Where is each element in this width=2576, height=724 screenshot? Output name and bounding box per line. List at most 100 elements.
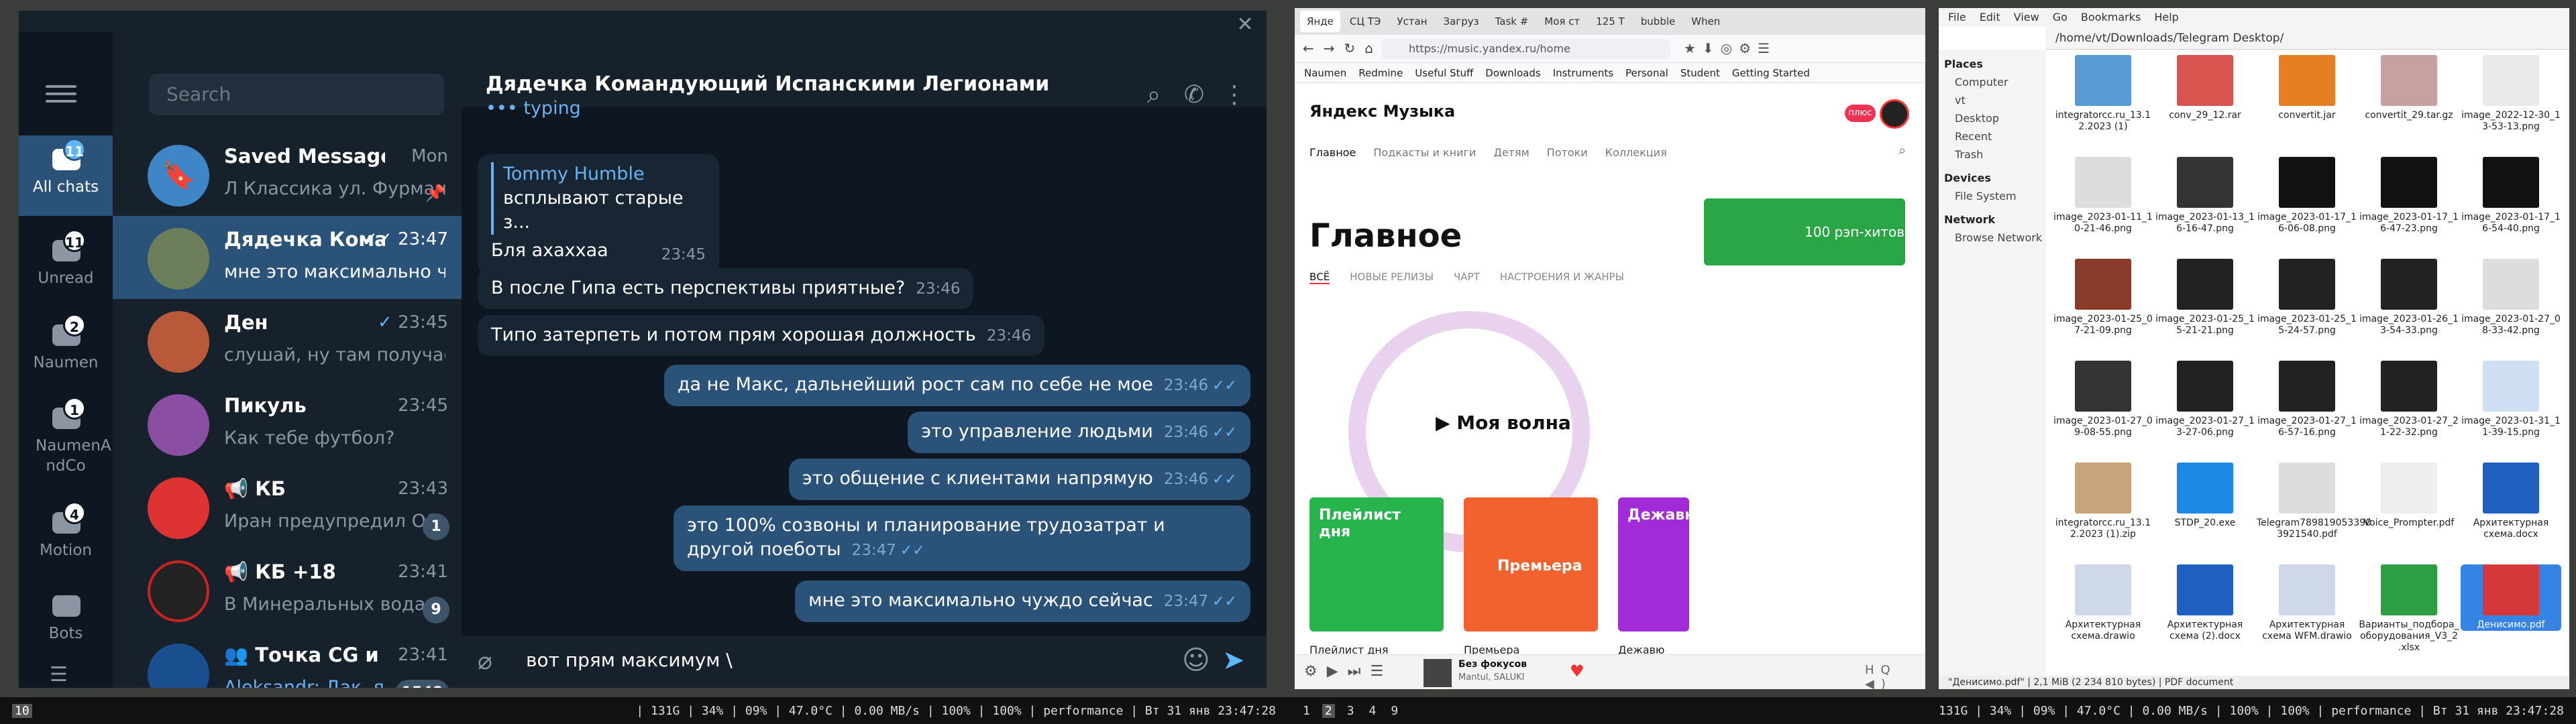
attach-icon[interactable]: ⌀ [478, 648, 492, 675]
file-item[interactable]: integratorcc.ru_13.1 2.2023 (1).zip [2053, 463, 2153, 540]
track-artist[interactable]: Mantul, SALUKI [1458, 672, 1525, 682]
search-icon[interactable]: ⌕ [1898, 142, 1906, 158]
conversation-title[interactable]: Дядечка Командующий Испанскими Легионами [486, 72, 1049, 96]
bookmark-item[interactable]: Getting Started [1732, 63, 1810, 82]
workspace-item[interactable]: 2 [1322, 703, 1335, 718]
chat-item[interactable]: 📢 КБ 23:43 Иран предупредил ОО... 1 [113, 465, 462, 548]
chat-item[interactable]: Ден ✓ 23:45 слушай, ну там получается... [113, 299, 462, 382]
reply-quote[interactable]: Tommy Humble всплывают старые з... [491, 162, 706, 235]
message-bubble[interactable]: В после Гипа есть перспективы приятные? 2… [478, 268, 974, 309]
file-item[interactable]: Telegram789819053390 3921540.pdf [2257, 463, 2371, 540]
menu-item[interactable]: View [2014, 8, 2039, 27]
chat-item[interactable]: Пикуль 23:45 Как тебе футбол? [113, 382, 462, 465]
track-title[interactable]: Без фокусов [1458, 659, 1527, 670]
path-bar[interactable]: /home/vt/Downloads/Telegram Desktop/ [2046, 27, 2569, 50]
place-item[interactable]: vt [1939, 91, 2046, 109]
menu-item[interactable]: Help [2154, 8, 2178, 27]
place-item[interactable]: Recent [1939, 127, 2046, 145]
tab[interactable]: Янде [1300, 11, 1340, 32]
file-item[interactable]: Денисимо.pdf [2461, 564, 2561, 631]
tab[interactable]: Устан [1390, 11, 1434, 32]
tab[interactable]: Загруз [1437, 11, 1486, 32]
file-item[interactable]: image_2023-01-25_1 5-21-21.png [2155, 259, 2255, 337]
send-icon[interactable]: ➤ [1222, 645, 1245, 676]
file-item[interactable]: Варианты_подбора_ оборудования_V3_2 .xls… [2359, 564, 2459, 654]
file-item[interactable]: image_2023-01-13_1 6-16-47.png [2155, 157, 2255, 235]
more-icon[interactable]: ⋮ [1220, 80, 1249, 110]
nav-buttons[interactable]: ←→↻⌂ [1303, 40, 1383, 56]
file-item[interactable]: STDP_20.exe [2155, 463, 2255, 529]
toolbar-icons[interactable]: ★⬇◎⚙☰ [1684, 40, 1776, 56]
playlist-card[interactable]: Премьера [1464, 497, 1598, 631]
file-item[interactable]: image_2023-01-25_1 5-24-57.png [2257, 259, 2357, 337]
message-bubble[interactable]: это управление людьми 23:46 ✓✓ [908, 412, 1250, 453]
menu-item[interactable]: Edit [1980, 8, 2000, 27]
file-item[interactable]: image_2023-01-31_1 1-39-15.png [2461, 361, 2561, 438]
message-input[interactable]: вот прям максимум \ [526, 649, 733, 671]
logo[interactable]: Яндекс Музыка [1309, 102, 1455, 121]
file-item[interactable]: Архитектурная схема (2).docx [2155, 564, 2255, 642]
chat-item[interactable]: 🔖 Saved Messages Mon Л Классика ул. Фурм… [113, 133, 462, 216]
phone-icon[interactable]: ✆ [1179, 80, 1209, 110]
file-item[interactable]: image_2023-01-17_1 6-54-40.png [2461, 157, 2561, 235]
folder-naumen[interactable]: 2 Naumen [19, 311, 113, 385]
file-item[interactable]: Архитектурная схема WFM.drawio [2257, 564, 2357, 642]
file-item[interactable]: image_2023-01-27_2 1-22-32.png [2359, 361, 2459, 438]
chat-item[interactable]: Дядечка Команд... ✓✓ 23:47 мне это макси… [113, 216, 462, 299]
file-item[interactable]: image_2023-01-25_0 7-21-09.png [2053, 259, 2153, 337]
message-bubble[interactable]: это общение с клиентами напрямую 23:46 ✓✓ [788, 459, 1250, 500]
file-item[interactable]: image_2023-01-27_1 6-57-16.png [2257, 361, 2357, 438]
folder-naumenandco[interactable]: 1 NaumenA ndCo [19, 394, 113, 488]
tab[interactable]: 125 Т [1589, 11, 1631, 32]
network-item[interactable]: Browse Network [1939, 229, 2046, 247]
place-item[interactable]: Desktop [1939, 109, 2046, 127]
chat-item[interactable]: 📢 КБ +18 23:41 В Минеральных водах ... 9 [113, 548, 462, 631]
promo-banner[interactable]: 100 рэп-хитов [1704, 198, 1905, 265]
file-item[interactable]: image_2023-01-27_0 9-08-55.png [2053, 361, 2153, 438]
bookmark-item[interactable]: Instruments [1553, 63, 1613, 82]
subtab[interactable]: НОВЫЕ РЕЛИЗЫ [1350, 271, 1434, 284]
folder-all-chats[interactable]: 11 All chats [19, 135, 113, 216]
file-item[interactable]: integratorcc.ru_13.1 2.2023 (1) [2053, 55, 2153, 133]
file-item[interactable]: image_2023-01-17_1 6-06-08.png [2257, 157, 2357, 235]
bookmark-item[interactable]: Redmine [1358, 63, 1403, 82]
menu-item[interactable]: File [1948, 8, 1966, 27]
message-bubble[interactable]: Tommy Humble всплывают старые з... Бля а… [478, 154, 719, 275]
avatar[interactable] [1880, 99, 1909, 129]
file-item[interactable]: image_2022-12-30_1 3-53-13.png [2461, 55, 2561, 133]
search-input[interactable]: Search [149, 74, 444, 115]
tab[interactable]: Моя ст [1538, 11, 1587, 32]
bookmark-item[interactable]: Personal [1625, 63, 1668, 82]
tab[interactable]: bubble [1634, 11, 1682, 32]
file-item[interactable]: convertit.jar [2257, 55, 2357, 121]
player-controls[interactable]: ⚙▶⏭☰ [1304, 663, 1393, 680]
subtab[interactable]: ЧАРТ [1454, 271, 1480, 284]
workspace-switcher[interactable]: 1 2 3 4 9 [1300, 703, 1401, 718]
chat-item[interactable]: 👥 Точка CG и точка 23:41 Aleksandr: Дак,… [113, 631, 462, 688]
message-bubble[interactable]: это 100% созвоны и планирование трудозат… [674, 505, 1250, 571]
bookmark-item[interactable]: Naumen [1304, 63, 1346, 82]
playlist-card[interactable]: Дежавю [1618, 497, 1699, 631]
emoji-icon[interactable]: ☺ [1182, 645, 1210, 676]
bookmark-item[interactable]: Downloads [1485, 63, 1540, 82]
workspace-item[interactable]: 4 [1366, 704, 1379, 718]
url-input[interactable]: https://music.yandex.ru/home [1382, 39, 1670, 59]
folder-motion[interactable]: 4 Motion [19, 499, 113, 572]
file-item[interactable]: image_2023-01-27_1 3-27-06.png [2155, 361, 2255, 438]
folder-bots[interactable]: Bots [19, 582, 113, 656]
settings-sliders-icon[interactable]: ☰ [50, 665, 80, 685]
message-bubble[interactable]: да не Макс, дальнейший рост сам по себе … [663, 365, 1250, 406]
file-item[interactable]: image_2023-01-26_1 3-54-33.png [2359, 259, 2459, 337]
place-item[interactable]: Trash [1939, 145, 2046, 164]
place-item[interactable]: Computer [1939, 73, 2046, 91]
menu-icon[interactable] [46, 80, 76, 107]
workspace-item[interactable]: 3 [1344, 704, 1357, 718]
subtab[interactable]: ВСЁ [1309, 271, 1330, 284]
volume-controls[interactable]: HQ ◀) [1865, 663, 1925, 691]
plus-badge[interactable]: плюс [1845, 105, 1876, 122]
message-bubble[interactable]: Типо затерпеть и потом прям хорошая долж… [478, 315, 1045, 356]
like-icon[interactable]: ♥ [1570, 662, 1585, 680]
device-item[interactable]: File System [1939, 187, 2046, 205]
workspace-item[interactable]: 1 [1300, 704, 1313, 718]
menu-item[interactable]: Bookmarks [2081, 8, 2141, 27]
